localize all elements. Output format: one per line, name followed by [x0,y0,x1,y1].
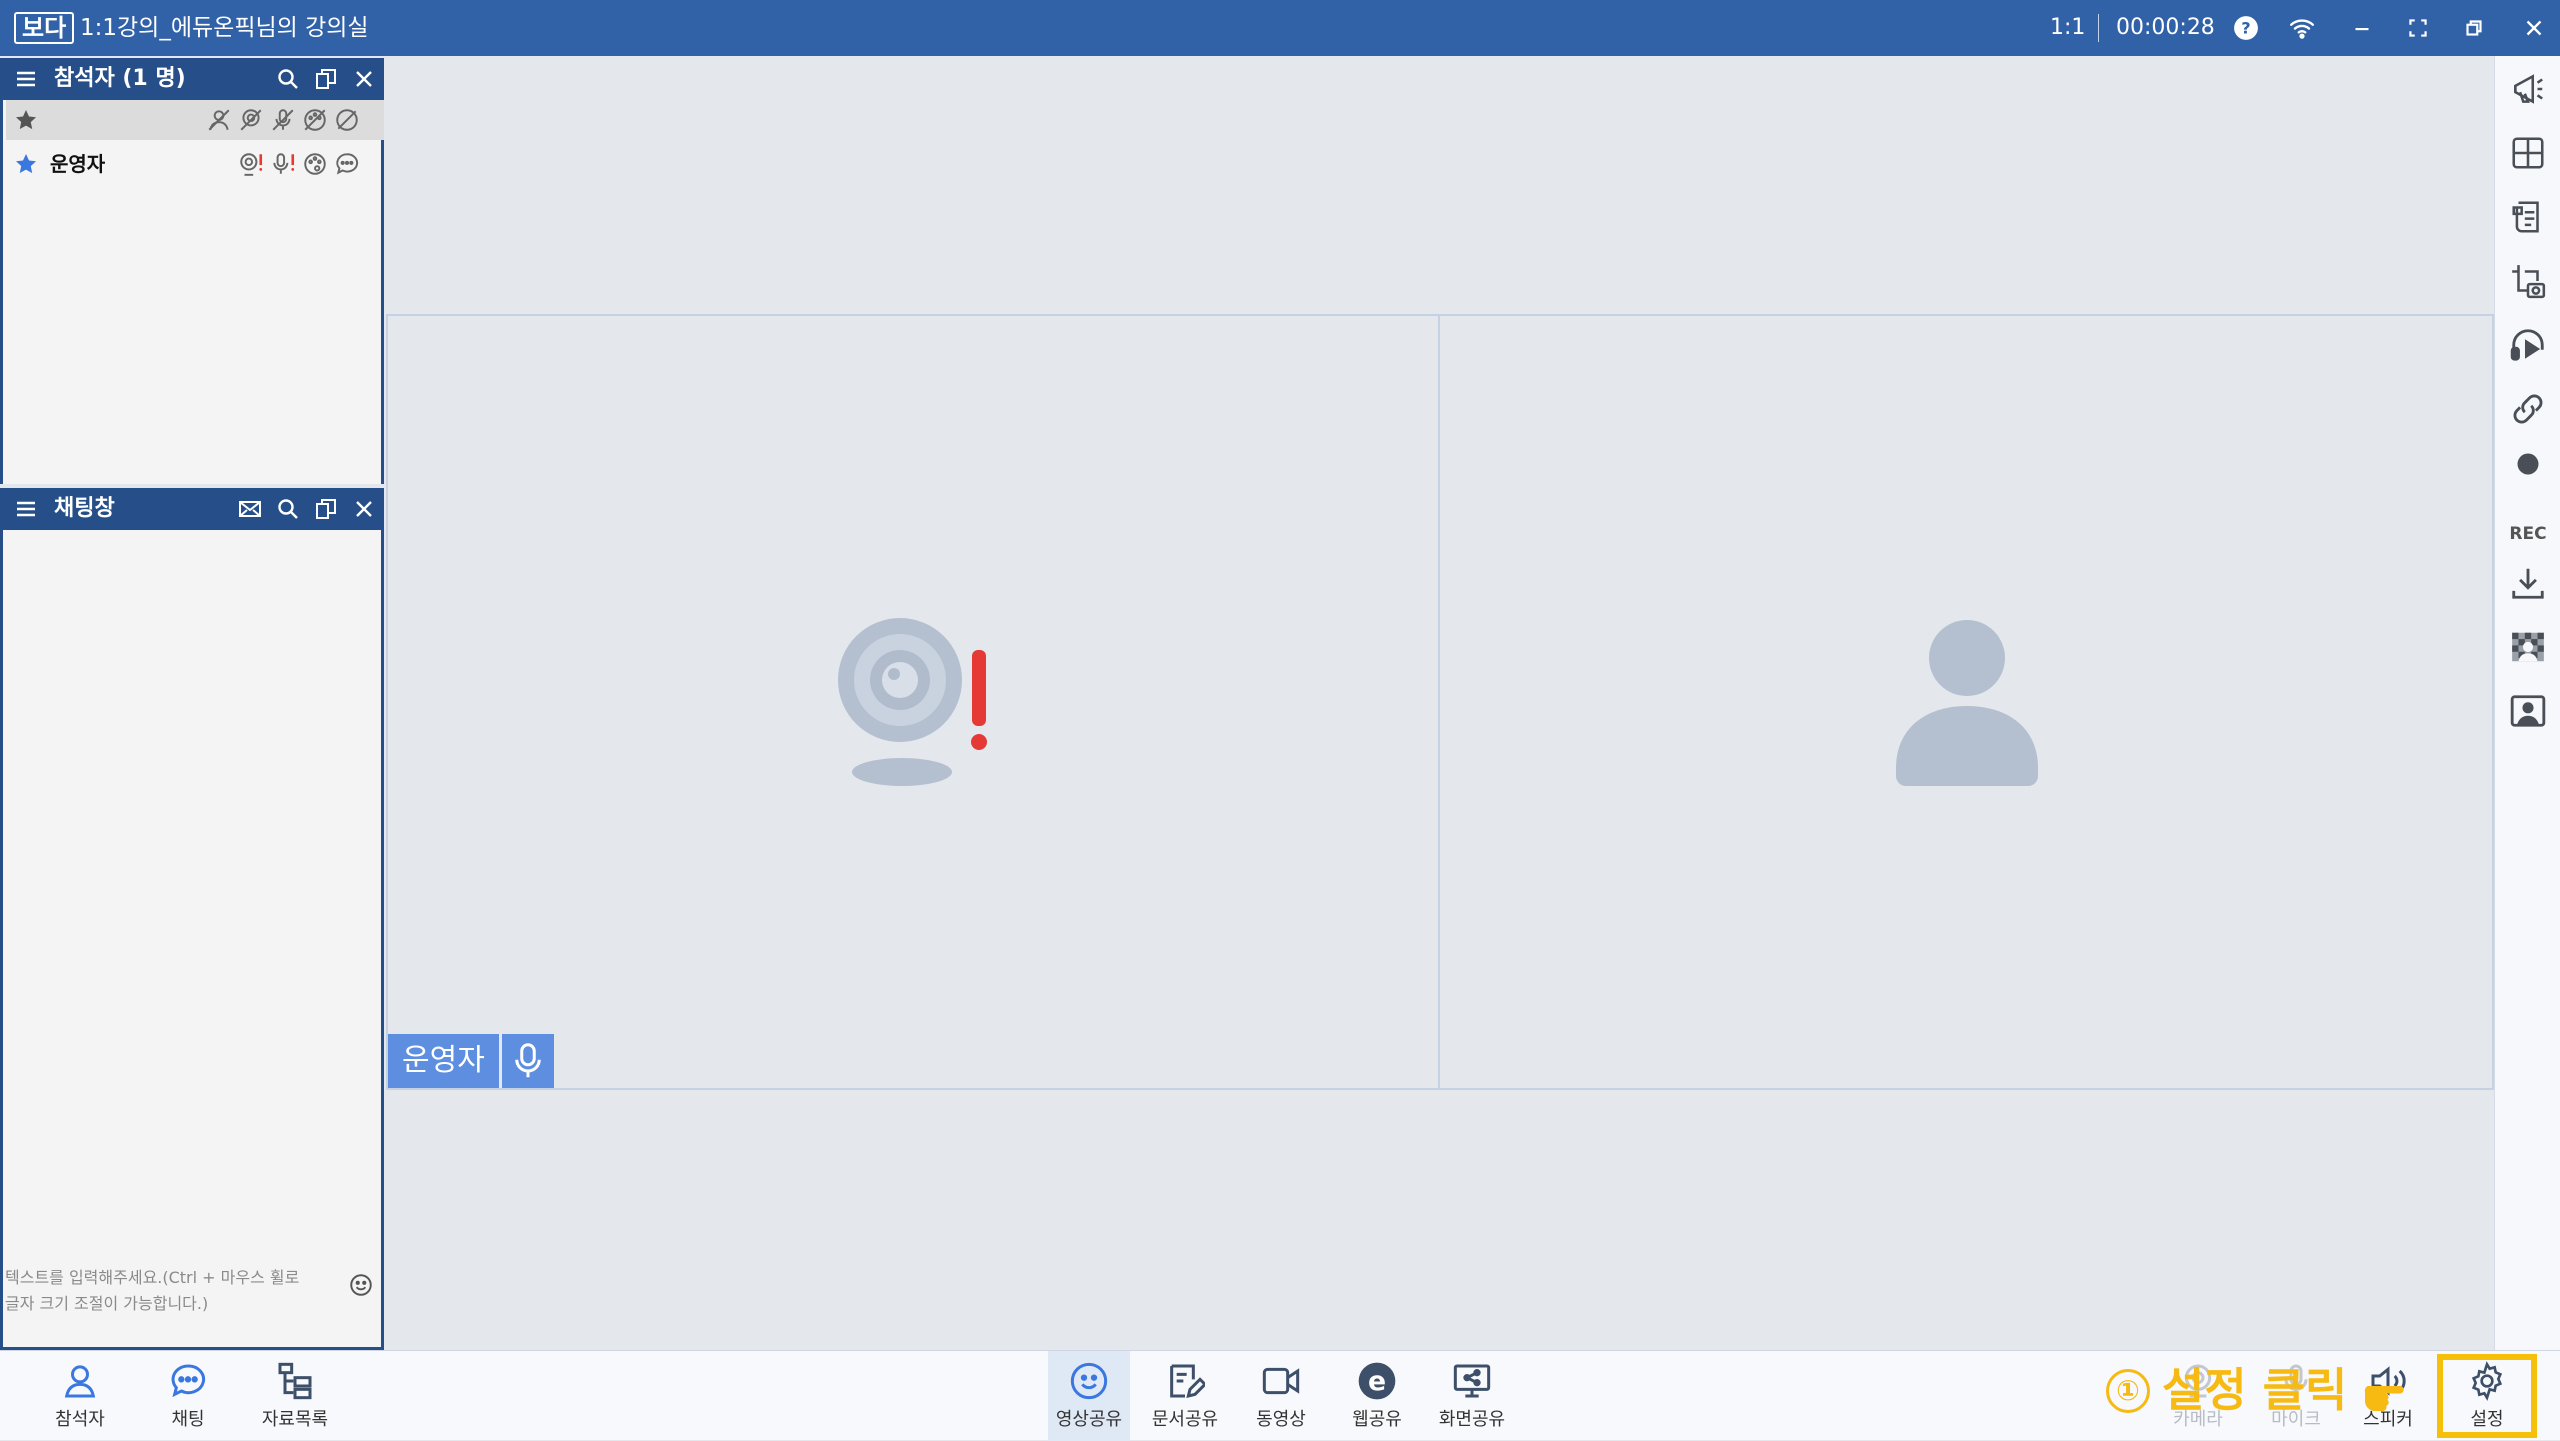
doc-edit-icon [1170,1364,1205,1399]
star-icon[interactable] [14,152,38,176]
announce-icon[interactable] [2509,70,2547,108]
link-icon[interactable] [2509,390,2547,428]
participants-label: 참석자 [55,1409,105,1430]
person-icon [64,1365,96,1398]
document-share-label: 문서공유 [1151,1409,1219,1430]
fullscreen-icon[interactable] [2402,12,2434,44]
camera-off-icon[interactable] [238,107,264,133]
participants-header-row [6,100,384,140]
palette-icon[interactable] [302,151,328,177]
chat-panel-title: 채팅창 [54,496,115,521]
chat-messages-area [0,530,384,1350]
screen-share-button[interactable]: 화면공유 [1430,1351,1514,1441]
minimize-icon[interactable] [2346,12,2378,44]
webcam-alert-icon [838,618,987,786]
tutorial-callout: ① 설정 클릭 [2106,1362,2347,1418]
mic-icon[interactable] [502,1034,554,1088]
participants-button[interactable]: 참석자 [40,1351,120,1441]
smiley-icon[interactable] [348,1272,374,1298]
search-icon[interactable] [276,67,300,91]
search-icon[interactable] [276,497,300,521]
chat-input-placeholder-line1: 텍스트를 입력해주세요.(Ctrl + 마우스 휠로 [5,1268,300,1287]
video-name-tag: 운영자 [388,1034,499,1088]
chat-bubble-icon [171,1364,206,1398]
screenshot-icon[interactable] [2509,262,2547,300]
rec-label: REC [2509,524,2547,544]
chat-input[interactable]: 텍스트를 입력해주세요.(Ctrl + 마우스 휠로 글자 크기 조절이 가능합… [5,1265,325,1317]
participants-panel-title: 참석자 (1 명) [54,66,186,91]
screen-share-icon [1453,1364,1491,1398]
video-share-label: 영상공유 [1055,1409,1123,1430]
participant-row[interactable]: 운영자 [6,144,384,184]
document-icon[interactable] [2509,198,2547,236]
web-share-button[interactable]: e 웹공유 [1336,1351,1418,1441]
video-grid [386,314,2494,1090]
popout-icon[interactable] [314,67,338,91]
video-label: 동영상 [1256,1409,1306,1430]
person-off-icon[interactable] [206,107,232,133]
web-e-icon: e [1358,1362,1396,1400]
title-separator [2098,14,2099,42]
video-share-button[interactable]: 영상공유 [1048,1351,1130,1441]
web-share-label: 웹공유 [1352,1409,1402,1430]
svg-text:?: ? [2241,18,2250,37]
svg-text:e: e [1368,1366,1386,1397]
document-share-button[interactable]: 문서공유 [1144,1351,1226,1441]
participants-list: 운영자 [0,100,384,484]
title-bar: 보다 1:1강의_에듀온픽님의 강의실 1:1 00:00:28 ? [0,0,2560,56]
close-icon[interactable] [352,497,376,521]
window-title: 1:1강의_에듀온픽님의 강의실 [80,15,369,41]
mic-alert-icon[interactable] [270,151,296,177]
chat-icon[interactable] [334,151,360,177]
app-logo: 보다 [14,12,75,44]
record-icon[interactable] [2509,446,2547,476]
settings-highlight [2437,1354,2537,1438]
star-icon[interactable] [14,108,38,132]
menu-icon[interactable] [14,497,38,521]
popout-icon[interactable] [314,497,338,521]
video-camera-icon [1262,1367,1300,1395]
smile-share-icon [1070,1362,1108,1400]
materials-button[interactable]: 자료목록 [250,1351,340,1441]
pointing-hand-icon [2364,1386,2404,1412]
materials-label: 자료목록 [261,1409,329,1430]
layout-grid-icon[interactable] [2509,134,2547,172]
chat-panel-header: 채팅창 [0,488,384,530]
close-icon[interactable] [352,67,376,91]
participant-name: 운영자 [50,152,106,176]
right-toolbar: REC [2494,56,2560,1350]
person-placeholder-icon [1896,620,2038,786]
session-mode: 1:1 [2050,15,2086,40]
video-button[interactable]: 동영상 [1240,1351,1322,1441]
mic-off-icon[interactable] [270,107,296,133]
chat-off-icon[interactable] [334,107,360,133]
close-icon[interactable] [2518,12,2550,44]
participants-panel-header: 참석자 (1 명) [0,58,384,100]
screen-share-label: 화면공유 [1438,1409,1506,1430]
help-icon[interactable]: ? [2230,12,2262,44]
menu-icon[interactable] [14,67,38,91]
headset-icon[interactable] [2509,326,2547,364]
palette-off-icon[interactable] [302,107,328,133]
restore-icon[interactable] [2458,12,2490,44]
mosaic-icon[interactable] [2509,628,2547,666]
camera-alert-icon[interactable] [238,151,264,177]
chat-button[interactable]: 채팅 [150,1351,226,1441]
folder-tree-icon [278,1362,312,1400]
session-timer: 00:00:28 [2116,15,2215,40]
chat-input-placeholder-line2: 글자 크기 조절이 가능합니다.) [5,1294,209,1313]
chat-label: 채팅 [171,1409,205,1430]
callout-text: 설정 클릭 [2162,1363,2348,1417]
profile-card-icon[interactable] [2509,692,2547,730]
video-divider [1438,314,1440,1090]
callout-number: ① [2106,1369,2150,1413]
mail-icon[interactable] [238,497,262,521]
download-icon[interactable] [2509,564,2547,602]
wifi-icon[interactable] [2286,12,2318,44]
